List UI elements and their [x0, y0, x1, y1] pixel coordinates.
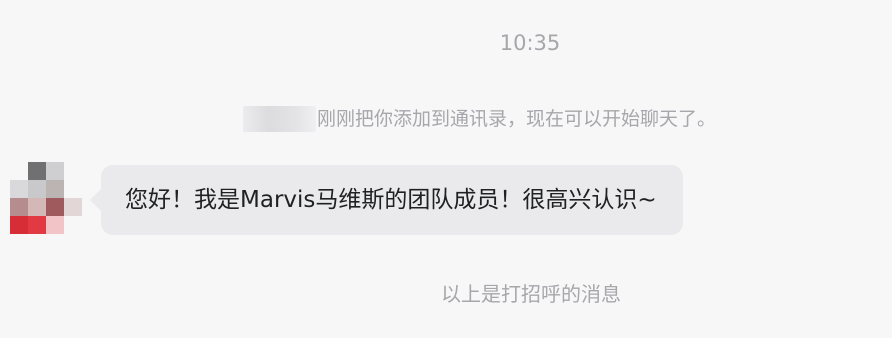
- greeting-note: 以上是打招呼的消息: [441, 282, 621, 306]
- avatar-pixel: [10, 216, 28, 234]
- avatar-pixel: [46, 216, 64, 234]
- avatar-pixel: [28, 180, 46, 198]
- avatar-pixel: [64, 162, 82, 180]
- avatar-pixel: [46, 180, 64, 198]
- chat-timestamp: 10:35: [499, 31, 561, 55]
- avatar-pixel: [28, 162, 46, 180]
- sender-avatar[interactable]: [10, 162, 82, 234]
- system-message-text: 刚刚把你添加到通讯录，现在可以开始聊天了。: [317, 108, 717, 130]
- avatar-pixel: [10, 162, 28, 180]
- system-notification: 刚刚把你添加到通讯录，现在可以开始聊天了。: [243, 104, 716, 134]
- avatar-pixel: [28, 216, 46, 234]
- avatar-pixel: [46, 162, 64, 180]
- avatar-pixel: [64, 180, 82, 198]
- avatar-pixel: [10, 180, 28, 198]
- chat-area: 10:35 刚刚把你添加到通讯录，现在可以开始聊天了。 您好！我是Marvis马…: [0, 0, 892, 338]
- avatar-pixel: [28, 198, 46, 216]
- avatar-pixel: [10, 198, 28, 216]
- avatar-pixel: [46, 198, 64, 216]
- message-text: 您好！我是Marvis马维斯的团队成员！很高兴认识~: [125, 187, 657, 213]
- avatar-pixel: [64, 198, 82, 216]
- incoming-message[interactable]: 您好！我是Marvis马维斯的团队成员！很高兴认识~: [90, 165, 683, 235]
- redacted-contact-name: [243, 106, 316, 132]
- avatar-pixel: [64, 216, 82, 234]
- message-bubble[interactable]: 您好！我是Marvis马维斯的团队成员！很高兴认识~: [90, 165, 683, 235]
